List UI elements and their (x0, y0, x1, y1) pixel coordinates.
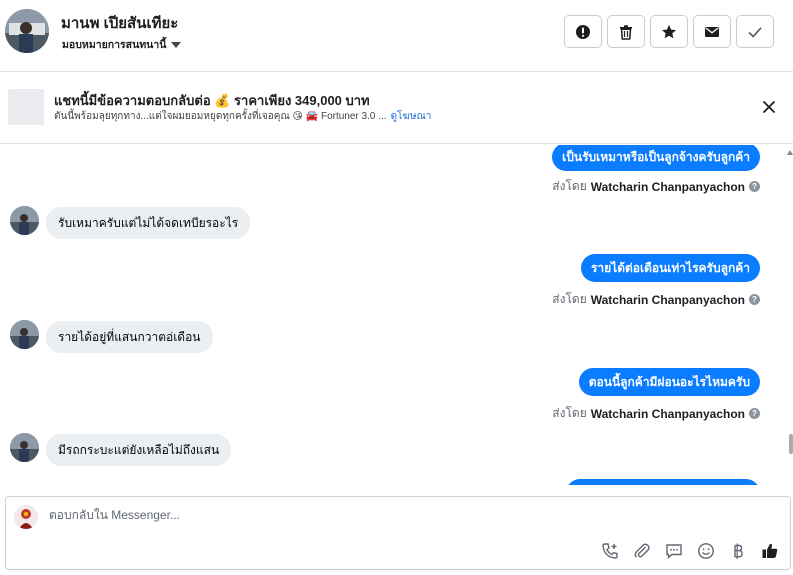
caret-down-icon (171, 41, 182, 48)
view-ad-link[interactable]: ดูโฆษณา (391, 109, 432, 124)
star-icon (662, 24, 676, 38)
close-banner-button[interactable] (761, 99, 777, 115)
mark-spam-button[interactable] (564, 15, 602, 48)
like-button[interactable] (760, 541, 780, 561)
scrollbar-thumb[interactable] (789, 434, 793, 454)
check-icon (748, 26, 762, 38)
mark-done-button[interactable] (736, 15, 774, 48)
contact-avatar[interactable] (5, 9, 49, 53)
sender-name[interactable]: Watcharin Chanpanyachon (591, 407, 745, 421)
sender-name[interactable]: Watcharin Chanpanyachon (591, 180, 745, 194)
help-icon[interactable]: ? (749, 408, 760, 419)
contact-avatar-small[interactable] (10, 206, 39, 235)
incoming-message[interactable]: รายได้อยู่ที่แสนกวาตอ่เดือน (46, 321, 213, 353)
emoji-button[interactable] (696, 541, 716, 561)
outgoing-message[interactable]: เป็นรับเหมาหรือเป็นลูกจ้างครับลูกค้า (552, 145, 760, 171)
message-thread[interactable]: เป็นรับเหมาหรือเป็นลูกจ้างครับลูกค้า ส่ง… (0, 145, 793, 485)
saved-replies-button[interactable] (664, 541, 684, 561)
smiley-icon (698, 543, 714, 559)
close-icon (762, 100, 776, 114)
sent-by-label: ส่งโดย Watcharin Chanpanyachon ? (552, 290, 760, 309)
header-actions (564, 15, 774, 48)
outgoing-message[interactable]: รายได้ต่อเดือนเท่าไรครับลูกค้า (580, 254, 760, 282)
reply-input[interactable] (49, 508, 749, 522)
chat-bubble-icon (666, 544, 682, 560)
sent-by-label: ส่งโดย Watcharin Chanpanyachon ? (552, 177, 760, 196)
baht-icon (734, 543, 743, 559)
composer-tools (600, 541, 780, 561)
sent-by-label: ส่งโดย Watcharin Chanpanyachon ? (552, 404, 760, 423)
ad-subtitle: ตันนี้พร้อมลุยทุกทาง...แต่ใจผมยอมหยุดทุก… (54, 111, 387, 122)
message-composer (5, 496, 791, 570)
attach-button[interactable] (632, 541, 652, 561)
star-button[interactable] (650, 15, 688, 48)
ad-thumbnail[interactable] (8, 89, 44, 125)
alert-icon (576, 24, 590, 39)
page-avatar (14, 505, 38, 529)
conversation-header: มานพ เปียสันเทียะ มอบหมายการสนทนานี้ (0, 0, 793, 72)
incoming-message[interactable]: รับเหมาครับแต่ไม่ได้จดเทบียรอะไร (46, 207, 251, 239)
call-add-icon (602, 543, 618, 559)
delete-button[interactable] (607, 15, 645, 48)
thumbs-up-icon (762, 543, 778, 558)
paperclip-icon (634, 543, 650, 558)
assign-conversation-dropdown[interactable]: มอบหมายการสนทนานี้ (62, 36, 182, 53)
incoming-message[interactable]: มีรถกระบะแต่ยังเหลือไม่ถึงแสน (46, 434, 232, 466)
ad-title: แชทนี้มีข้อความตอบกลับต่อ 💰 ราคาเพียง 34… (54, 93, 370, 108)
outgoing-message[interactable]: ตอนนี้ลูกค้ามีผ่อนอะไรไหมครับ (578, 368, 760, 396)
mark-unread-button[interactable] (693, 15, 731, 48)
ad-subtitle-row: ตันนี้พร้อมลุยทุกทาง...แต่ใจผมยอมหยุดทุก… (54, 109, 431, 124)
scroll-up-arrow[interactable] (787, 150, 793, 155)
ad-context-banner: แชทนี้มีข้อความตอบกลับต่อ 💰 ราคาเพียง 34… (0, 72, 793, 144)
call-button[interactable] (600, 541, 620, 561)
outgoing-message-partial[interactable] (566, 479, 760, 485)
contact-name[interactable]: มานพ เปียสันเทียะ (61, 11, 178, 35)
trash-icon (620, 24, 632, 40)
contact-avatar-small[interactable] (10, 433, 39, 462)
sender-name[interactable]: Watcharin Chanpanyachon (591, 293, 745, 307)
payment-button[interactable] (728, 541, 748, 561)
help-icon[interactable]: ? (749, 294, 760, 305)
envelope-icon (705, 26, 719, 37)
help-icon[interactable]: ? (749, 181, 760, 192)
contact-avatar-small[interactable] (10, 320, 39, 349)
assign-label: มอบหมายการสนทนานี้ (62, 39, 167, 51)
